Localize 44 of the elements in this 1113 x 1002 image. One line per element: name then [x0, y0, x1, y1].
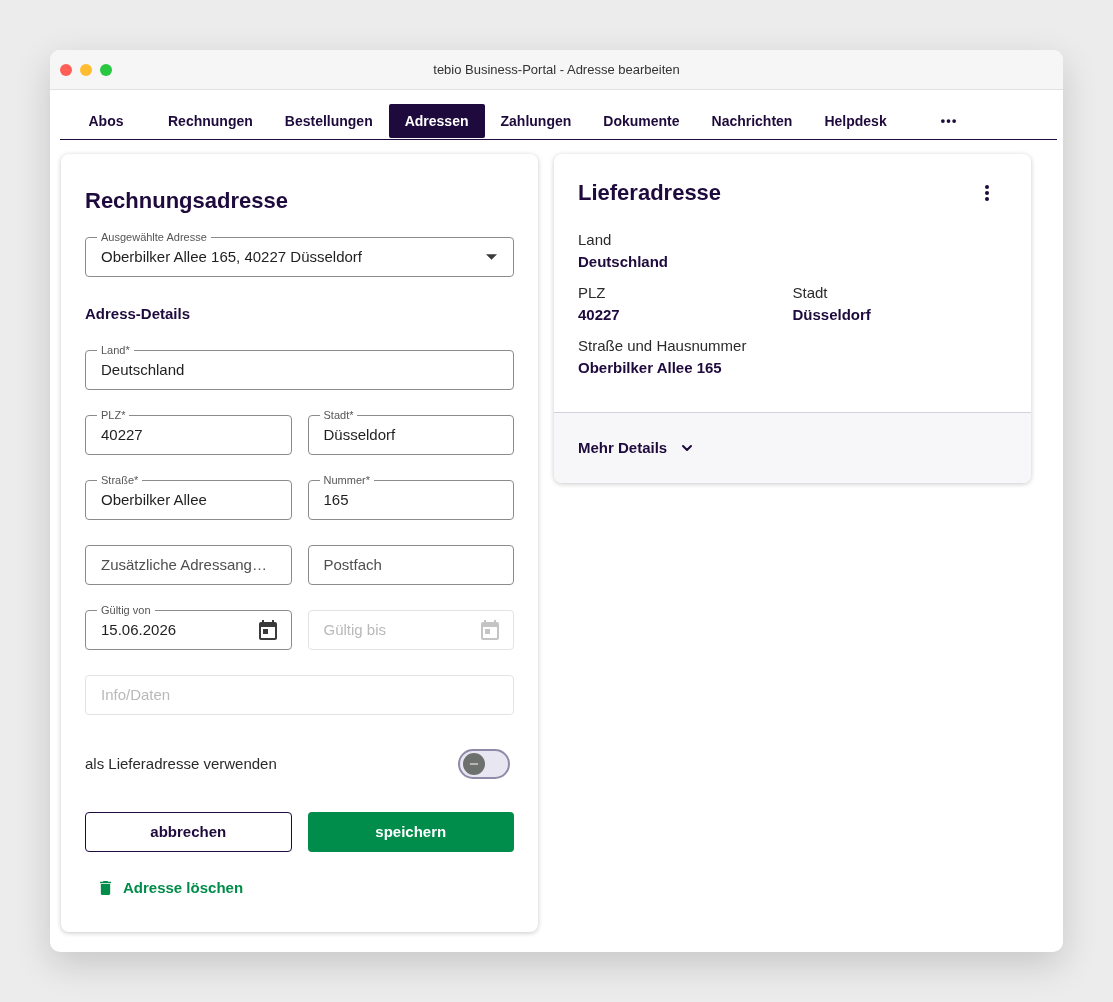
delete-address-link[interactable]: Adresse löschen [100, 878, 244, 898]
input-field[interactable]: Zusätzliche Adressang… [85, 545, 292, 585]
nav-tab[interactable]: Bestellungen [268, 104, 389, 138]
detail-value: 40227 [578, 305, 620, 325]
calendar-icon[interactable] [258, 620, 277, 640]
window-title: tebio Business-Portal - Adresse bearbeiten [433, 60, 680, 79]
detail-label: Stadt [792, 283, 828, 303]
nav-tab[interactable]: Nachrichten [695, 104, 809, 138]
input-field[interactable]: Land* Deutschland [85, 343, 514, 390]
toggle-label: als Lieferadresse verwenden [85, 753, 277, 774]
nav-tab[interactable]: Abos [60, 104, 152, 138]
detail-value: Düsseldorf [792, 305, 871, 325]
kebab-menu-icon [985, 185, 989, 201]
close-window-button[interactable] [60, 64, 72, 76]
detail-label: Straße und Hausnummer [578, 336, 747, 356]
detail-value: Oberbilker Allee 165 [578, 358, 722, 378]
more-dots-icon [941, 119, 957, 123]
dropdown-caret-icon[interactable] [486, 254, 497, 260]
nav-tab[interactable]: Adressen [388, 104, 485, 138]
nav-tab[interactable]: Zahlungen [484, 104, 588, 138]
input-field[interactable]: Postfach [307, 545, 514, 585]
input-field[interactable]: PLZ* 40227 [85, 408, 292, 455]
toggle-switch[interactable] [458, 749, 510, 779]
date-field[interactable]: Gültig von 15.06.2026 [85, 603, 292, 650]
detail-label: Land [578, 230, 612, 250]
trash-icon [100, 881, 111, 895]
more-details-button[interactable]: Mehr Details [578, 436, 696, 460]
nav-tab[interactable]: Dokumente [587, 104, 696, 138]
address-select[interactable]: Ausgewählte Adresse Oberbilker Allee 165, 40227 Düsseldorf [85, 230, 514, 277]
nav-tab[interactable]: Rechnungen [152, 104, 269, 138]
nav-tab[interactable]: Helpdesk [808, 104, 903, 138]
card-title: Lieferadresse [578, 179, 722, 207]
save-button[interactable]: speichern [307, 812, 514, 852]
minus-circle-icon [463, 753, 485, 775]
minimize-window-button[interactable] [80, 64, 92, 76]
section-title: Adress-Details [85, 304, 192, 324]
input-field[interactable]: Nummer* 165 [307, 473, 514, 520]
cancel-button[interactable]: abbrechen [85, 812, 292, 852]
maximize-window-button[interactable] [100, 64, 112, 76]
detail-value: Deutschland [578, 252, 668, 272]
input-field[interactable]: Stadt* Düsseldorf [307, 408, 514, 455]
detail-label: PLZ [578, 283, 606, 303]
card-title: Rechnungsadresse [85, 187, 289, 215]
input-field[interactable]: Straße* Oberbilker Allee [85, 473, 292, 520]
